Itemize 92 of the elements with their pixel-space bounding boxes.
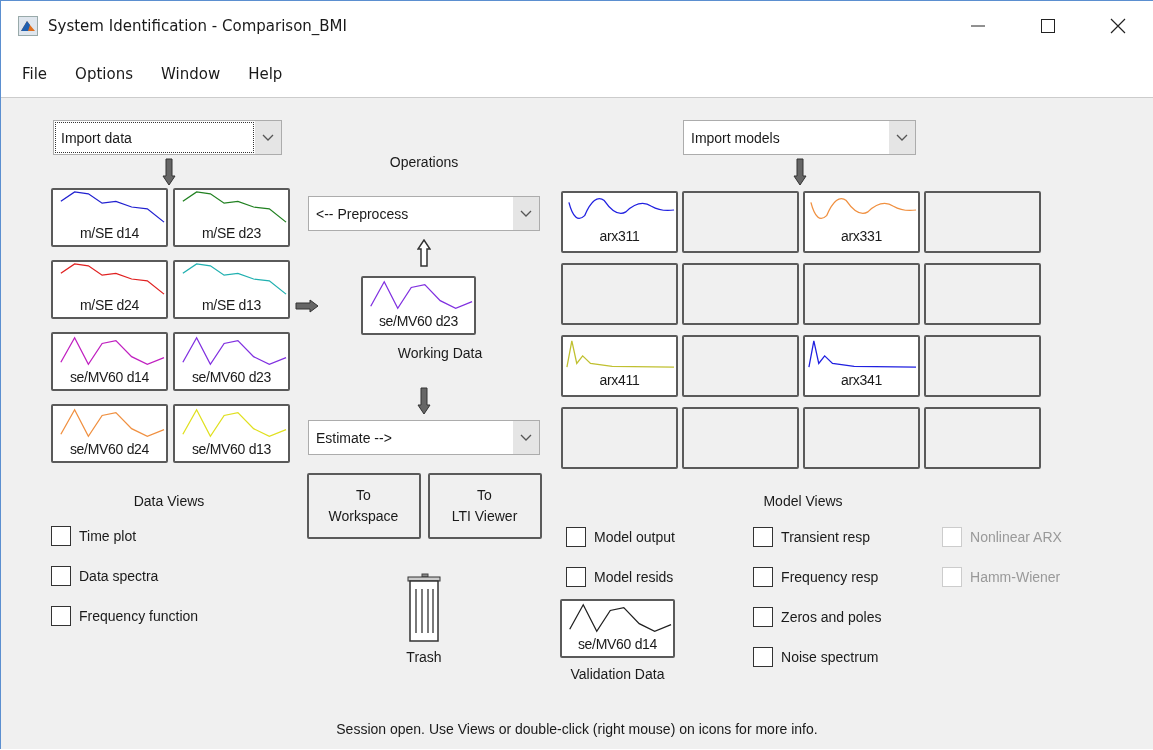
import-data-dropdown[interactable]: Import data — [53, 120, 282, 155]
empty-model-slot[interactable] — [682, 335, 799, 397]
tile-label: m/SE d23 — [200, 224, 263, 242]
menu-item[interactable]: File — [13, 61, 57, 87]
checkbox-label: Data spectra — [79, 568, 159, 584]
checkbox[interactable] — [753, 607, 774, 627]
trash-icon[interactable] — [407, 573, 441, 643]
tile-label: m/SE d14 — [78, 224, 141, 242]
empty-model-slot[interactable] — [803, 407, 920, 469]
down-arrow-icon — [792, 158, 807, 186]
section-title: Working Data — [397, 345, 483, 361]
checkbox[interactable] — [753, 527, 774, 547]
import-models-dropdown[interactable]: Import models — [683, 120, 916, 155]
tile-label: se/MV60 d23 — [377, 312, 460, 330]
checkbox[interactable] — [566, 527, 586, 547]
checkbox[interactable] — [51, 606, 71, 626]
export-button[interactable]: To LTI Viewer — [427, 473, 542, 539]
data-tile[interactable]: m/SE d23 — [173, 188, 290, 247]
tile-label: arx311 — [598, 227, 641, 245]
down-arrow-icon — [162, 158, 176, 186]
estimate-dropdown[interactable]: Estimate --> — [308, 420, 540, 455]
data-tile[interactable]: se/MV60 d23 — [173, 332, 290, 391]
section-title: Data Views — [132, 493, 206, 509]
empty-model-slot[interactable] — [924, 335, 1041, 397]
export-button[interactable]: To Workspace — [306, 473, 421, 539]
checkbox-label: Noise spectrum — [781, 649, 879, 665]
chevron-down-icon — [896, 133, 908, 142]
empty-model-slot[interactable] — [924, 191, 1041, 253]
empty-model-slot[interactable] — [682, 407, 799, 469]
section-title: Model Views — [763, 493, 843, 509]
status-text: Session open. Use Views or double-click (right mouse) on icons for more info. — [335, 721, 819, 739]
model-tile[interactable]: arx411 — [561, 335, 678, 397]
checkbox-label: Model resids — [594, 569, 674, 585]
data-tile[interactable]: m/SE d24 — [51, 260, 168, 319]
data-tile[interactable]: se/MV60 d13 — [173, 404, 290, 463]
checkbox-label: Nonlinear ARX — [970, 529, 1062, 545]
preprocess-dropdown[interactable]: <-- Preprocess — [308, 196, 540, 231]
tile-label: se/MV60 d14 — [576, 635, 659, 653]
checkbox-label: Frequency resp — [781, 569, 879, 585]
tile-label: se/MV60 d23 — [190, 368, 273, 386]
tile-label: arx411 — [598, 371, 641, 389]
validation-data-tile[interactable]: se/MV60 d14 — [560, 599, 675, 658]
working-data-tile[interactable]: se/MV60 d23 — [361, 276, 476, 335]
checkbox-label: Time plot — [79, 528, 137, 544]
empty-model-slot[interactable] — [561, 407, 678, 469]
down-arrow-icon — [417, 387, 431, 415]
menu-item[interactable]: Window — [152, 61, 230, 87]
app-logo-icon — [18, 16, 38, 36]
model-tile[interactable]: arx311 — [561, 191, 678, 253]
tile-label: se/MV60 d24 — [68, 440, 151, 458]
empty-model-slot[interactable] — [803, 263, 920, 325]
right-arrow-icon — [295, 298, 319, 313]
checkbox-label: Hamm-Wiener — [970, 569, 1061, 585]
data-tile[interactable]: se/MV60 d24 — [51, 404, 168, 463]
model-tile[interactable]: arx331 — [803, 191, 920, 253]
empty-model-slot[interactable] — [924, 263, 1041, 325]
empty-model-slot[interactable] — [561, 263, 678, 325]
checkbox[interactable] — [51, 566, 71, 586]
chevron-down-icon — [262, 133, 274, 142]
tile-label: se/MV60 d13 — [190, 440, 273, 458]
menu-item[interactable]: Options — [66, 61, 142, 87]
checkbox[interactable] — [753, 647, 774, 667]
tile-label: arx331 — [840, 227, 883, 245]
empty-model-slot[interactable] — [682, 263, 799, 325]
section-title: Operations — [389, 154, 459, 170]
tile-label: arx341 — [840, 371, 883, 389]
tile-label: m/SE d13 — [200, 296, 263, 314]
section-title: Validation Data — [569, 666, 666, 682]
checkbox-label: Model output — [594, 529, 675, 545]
chevron-down-icon — [520, 433, 532, 442]
data-tile[interactable]: m/SE d14 — [51, 188, 168, 247]
window-title: System Identification - Comparison_BMI — [48, 17, 348, 35]
data-tile[interactable]: m/SE d13 — [173, 260, 290, 319]
checkbox-label: Frequency function — [79, 608, 199, 624]
menu-item[interactable]: Help — [239, 61, 292, 87]
checkbox[interactable] — [51, 526, 71, 546]
close-icon — [1110, 18, 1126, 34]
data-tile[interactable]: se/MV60 d14 — [51, 332, 168, 391]
minimize-icon — [970, 25, 986, 27]
checkbox-label: Zeros and poles — [781, 609, 882, 625]
section-title: Trash — [406, 649, 442, 665]
tile-label: m/SE d24 — [78, 296, 141, 314]
empty-model-slot[interactable] — [924, 407, 1041, 469]
chevron-down-icon — [520, 209, 532, 218]
checkbox-label: Transient resp — [781, 529, 871, 545]
checkbox[interactable] — [566, 567, 586, 587]
empty-model-slot[interactable] — [682, 191, 799, 253]
tile-label: se/MV60 d14 — [68, 368, 151, 386]
model-tile[interactable]: arx341 — [803, 335, 920, 397]
maximize-icon — [1040, 18, 1056, 34]
up-arrow-icon — [417, 239, 431, 267]
checkbox[interactable] — [753, 567, 774, 587]
